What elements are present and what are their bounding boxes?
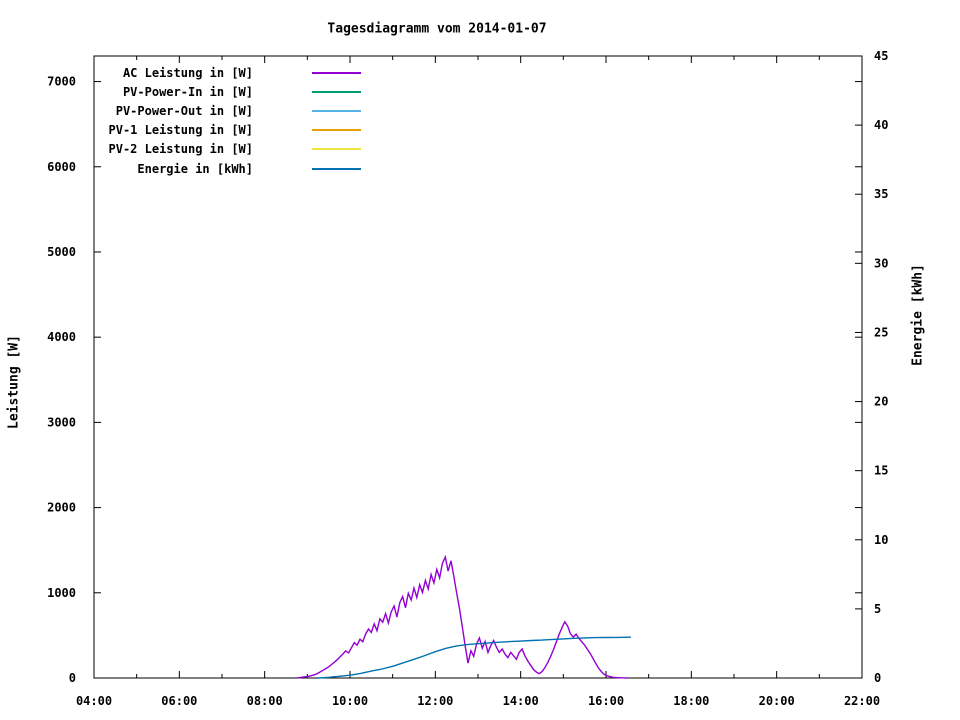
legend-line-sample [312, 109, 361, 112]
legend-line-sample [312, 148, 361, 151]
legend-line-sample [312, 90, 361, 93]
tick-label: 16:00 [588, 694, 624, 708]
legend-item-pv2-leistung: PV-2 Leistung in [W] [94, 140, 361, 159]
tick-label: 3000 [47, 415, 76, 429]
legend-line-sample [312, 129, 361, 132]
tick-label: 5000 [47, 245, 76, 259]
legend-item-ac-leistung: AC Leistung in [W] [94, 63, 361, 82]
tick-label: 04:00 [76, 694, 112, 708]
tick-label: 30 [874, 256, 888, 270]
legend-label: PV-1 Leistung in [W] [108, 123, 254, 138]
tick-label: 1000 [47, 586, 76, 600]
tick-label: 15 [874, 464, 888, 478]
legend-item-energie: Energie in [kWh] [94, 159, 361, 178]
tick-label: 08:00 [247, 694, 283, 708]
tick-label: 22:00 [844, 694, 880, 708]
tick-label: 0 [874, 671, 881, 685]
legend-item-pv-power-in: PV-Power-In in [W] [94, 82, 361, 101]
tick-label: 20 [874, 395, 888, 409]
legend-label: PV-Power-Out in [W] [115, 103, 253, 118]
gnuplot-chart-canvas: Tagesdiagramm vom 2014-01-07 Leistung [W… [0, 0, 960, 720]
tick-label: 10 [874, 533, 888, 547]
chart-legend: AC Leistung in [W] PV-Power-In in [W] PV… [94, 63, 361, 178]
tick-label: 35 [874, 187, 888, 201]
tick-label: 18:00 [673, 694, 709, 708]
legend-item-pv-power-out: PV-Power-Out in [W] [94, 101, 361, 120]
tick-label: 14:00 [503, 694, 539, 708]
tick-label: 40 [874, 118, 888, 132]
tick-label: 12:00 [417, 694, 453, 708]
legend-label: PV-2 Leistung in [W] [108, 142, 254, 157]
legend-label: PV-Power-In in [W] [122, 84, 253, 99]
legend-label: AC Leistung in [W] [122, 65, 253, 80]
tick-label: 0 [69, 671, 76, 685]
tick-label: 5 [874, 602, 881, 616]
tick-label: 7000 [47, 75, 76, 89]
tick-label: 20:00 [759, 694, 795, 708]
tick-label: 06:00 [161, 694, 197, 708]
tick-label: 2000 [47, 501, 76, 515]
legend-label: Energie in [kWh] [137, 161, 253, 176]
tick-label: 45 [874, 49, 888, 63]
legend-line-sample [312, 167, 361, 170]
tick-label: 6000 [47, 160, 76, 174]
tick-label: 10:00 [332, 694, 368, 708]
legend-line-sample [312, 71, 361, 74]
series-line [296, 554, 628, 679]
tick-label: 4000 [47, 330, 76, 344]
legend-item-pv1-leistung: PV-1 Leistung in [W] [94, 121, 361, 140]
tick-label: 25 [874, 325, 888, 339]
